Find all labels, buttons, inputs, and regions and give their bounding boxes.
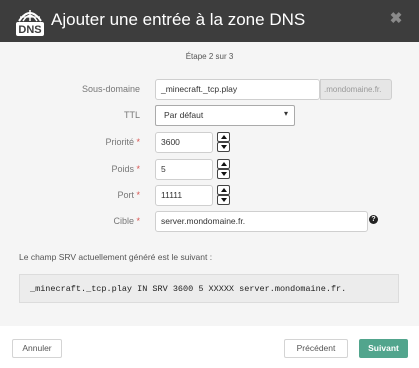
previous-button[interactable]: Précédent [284,339,348,358]
arrow-down-icon[interactable] [217,142,230,152]
chevron-down-icon: ▾ [283,109,288,118]
arrow-up-icon[interactable] [217,185,230,195]
port-input[interactable]: 11111 [155,185,213,206]
subdomain-input[interactable]: _minecraft._tcp.play [155,79,320,100]
close-icon[interactable]: ✖ [389,11,403,26]
arrow-up-icon[interactable] [217,132,230,142]
target-input[interactable]: server.mondomaine.fr. [155,211,368,232]
step-indicator: Étape 2 sur 3 [185,52,234,61]
ttl-select[interactable]: Par défaut ▾ [155,105,295,126]
port-stepper[interactable] [217,185,230,205]
priority-stepper[interactable] [217,132,230,152]
dialog-title: Ajouter une entrée à la zone DNS [51,10,306,29]
ttl-value: Par défaut [164,110,204,120]
arrow-down-icon[interactable] [217,195,230,205]
dns-logo-icon: DNS [16,10,44,36]
next-button[interactable]: Suivant [359,339,408,358]
target-label: Cible * [113,216,140,226]
arrow-up-icon[interactable] [217,159,230,169]
dialog-footer: Annuler Précédent Suivant [0,326,419,368]
priority-label: Priorité * [105,137,140,147]
priority-input[interactable]: 3600 [155,132,213,153]
weight-stepper[interactable] [217,159,230,179]
dialog-header: DNS Ajouter une entrée à la zone DNS ✖ [0,0,419,42]
weight-input[interactable]: 5 [155,159,213,180]
port-label: Port * [117,190,140,200]
cancel-button[interactable]: Annuler [12,339,62,358]
help-icon[interactable]: ? [369,215,378,224]
subdomain-label: Sous-domaine [81,84,140,94]
arrow-down-icon[interactable] [217,169,230,179]
ttl-label: TTL [123,110,140,120]
logo-text: DNS [18,24,41,36]
weight-label: Poids * [111,164,140,174]
domain-suffix: .mondomaine.fr. [320,79,392,100]
srv-preview-label: Le champ SRV actuellement généré est le … [19,252,213,262]
srv-preview: _minecraft._tcp.play IN SRV 3600 5 XXXXX… [19,274,399,303]
